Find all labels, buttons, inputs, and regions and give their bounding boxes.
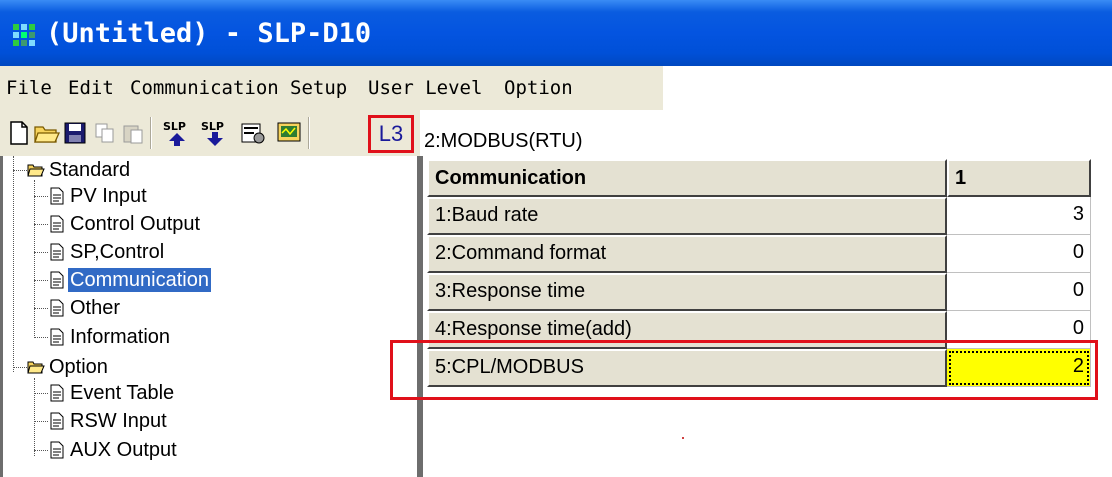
grid-value-cell[interactable]: 0 — [947, 273, 1091, 311]
menu-option[interactable]: Option — [504, 66, 573, 110]
open-folder-icon — [27, 361, 45, 374]
tree-connector — [34, 450, 48, 451]
tree-item-other[interactable]: Other — [48, 296, 122, 320]
toolbar-separator — [308, 117, 309, 149]
document-icon — [50, 243, 64, 261]
grid-value-cell[interactable]: 0 — [947, 235, 1091, 273]
slp-upload-icon[interactable]: SLP — [160, 118, 194, 148]
tree-item-label: Control Output — [70, 213, 201, 235]
svg-text:SLP: SLP — [163, 120, 186, 133]
tree-node-option[interactable]: Option — [27, 355, 110, 379]
title-bar[interactable]: (Untitled) - SLP-D10 — [0, 0, 1112, 66]
new-file-icon[interactable] — [6, 118, 32, 148]
tree-item-label: AUX Output — [70, 439, 177, 461]
app-icon — [13, 24, 35, 46]
tree-item-label: Communication — [68, 268, 211, 292]
tree-node-label: Standard — [49, 159, 131, 181]
tree-node-label: Option — [49, 356, 108, 378]
tree-item-label: Event Table — [70, 382, 175, 404]
tree-item-label: RSW Input — [70, 410, 167, 432]
tree-connector — [34, 280, 48, 281]
document-icon — [50, 215, 64, 233]
slp-download-icon[interactable]: SLP — [198, 118, 232, 148]
monitor-icon[interactable] — [276, 118, 302, 148]
menu-user-level[interactable]: User Level — [368, 66, 482, 110]
tree-node-standard[interactable]: Standard — [27, 158, 132, 182]
toolbar-separator — [150, 117, 151, 149]
mode-line: 2:MODBUS(RTU) — [420, 128, 1112, 156]
document-icon — [50, 412, 64, 430]
toolbar: SLP SLP L3 — [0, 110, 420, 156]
tree-item-aux-output[interactable]: AUX Output — [48, 438, 179, 462]
tree-item-label: Other — [70, 297, 121, 319]
document-icon — [50, 299, 64, 317]
tree-connector — [34, 337, 48, 338]
svg-text:SLP: SLP — [201, 120, 224, 133]
tree-item-sp-control[interactable]: SP,Control — [48, 240, 166, 264]
copy-icon[interactable] — [92, 118, 118, 148]
annotation-highlight-box — [390, 340, 1098, 400]
tree-connector — [34, 308, 48, 309]
stray-dot — [682, 437, 684, 439]
grid-row-label: 1:Baud rate — [427, 197, 947, 235]
tree-connector — [34, 393, 48, 394]
tree-connector — [13, 367, 27, 368]
tree-item-rsw-input[interactable]: RSW Input — [48, 409, 169, 433]
tree-item-label: Information — [70, 326, 171, 348]
properties-icon[interactable] — [240, 118, 266, 148]
save-disk-icon[interactable] — [62, 118, 88, 148]
menu-area: File Edit Communication Setup User Level… — [0, 66, 663, 110]
communication-mode-label: 2:MODBUS(RTU) — [424, 130, 583, 152]
user-level-button[interactable]: L3 — [368, 115, 414, 153]
open-folder-icon — [27, 164, 45, 177]
parameter-grid: Communication 1 1:Baud rate 3 2:Command … — [420, 156, 1112, 477]
tree-connector — [34, 180, 35, 338]
menu-communication[interactable]: Communication — [130, 66, 279, 110]
tree-item-control-output[interactable]: Control Output — [48, 212, 202, 236]
grid-value-cell[interactable]: 3 — [947, 197, 1091, 235]
tree-pane: Standard PV Input Control Output SP,Cont… — [0, 156, 420, 477]
tree-connector — [34, 196, 48, 197]
grid-header-label: Communication — [427, 159, 947, 197]
menu-edit[interactable]: Edit — [68, 66, 114, 110]
tree-connector — [34, 252, 48, 253]
tree-connector — [13, 170, 27, 171]
grid-row-label: 3:Response time — [427, 273, 947, 311]
tree-connector — [34, 378, 35, 456]
tree-item-pv-input[interactable]: PV Input — [48, 184, 149, 208]
tree-connector — [13, 156, 14, 372]
grid-header-column: 1 — [947, 159, 1091, 197]
grid-row-label: 2:Command format — [427, 235, 947, 273]
document-icon — [50, 384, 64, 402]
open-folder-icon[interactable] — [34, 118, 60, 148]
menu-bar: File Edit Communication Setup User Level… — [0, 66, 1112, 110]
menu-file[interactable]: File — [6, 66, 52, 110]
menu-setup[interactable]: Setup — [290, 66, 347, 110]
document-icon — [50, 441, 64, 459]
document-icon — [50, 187, 64, 205]
tree-item-communication[interactable]: Communication — [48, 268, 211, 292]
tree-item-label: PV Input — [70, 185, 147, 207]
tree-item-label: SP,Control — [70, 241, 165, 263]
window-title: (Untitled) - SLP-D10 — [46, 18, 372, 49]
tree-item-event-table[interactable]: Event Table — [48, 381, 176, 405]
document-icon — [50, 328, 64, 346]
tree-connector — [34, 421, 48, 422]
document-icon — [50, 271, 64, 289]
paste-icon[interactable] — [120, 118, 146, 148]
tree-connector — [34, 224, 48, 225]
tree-item-information[interactable]: Information — [48, 325, 172, 349]
